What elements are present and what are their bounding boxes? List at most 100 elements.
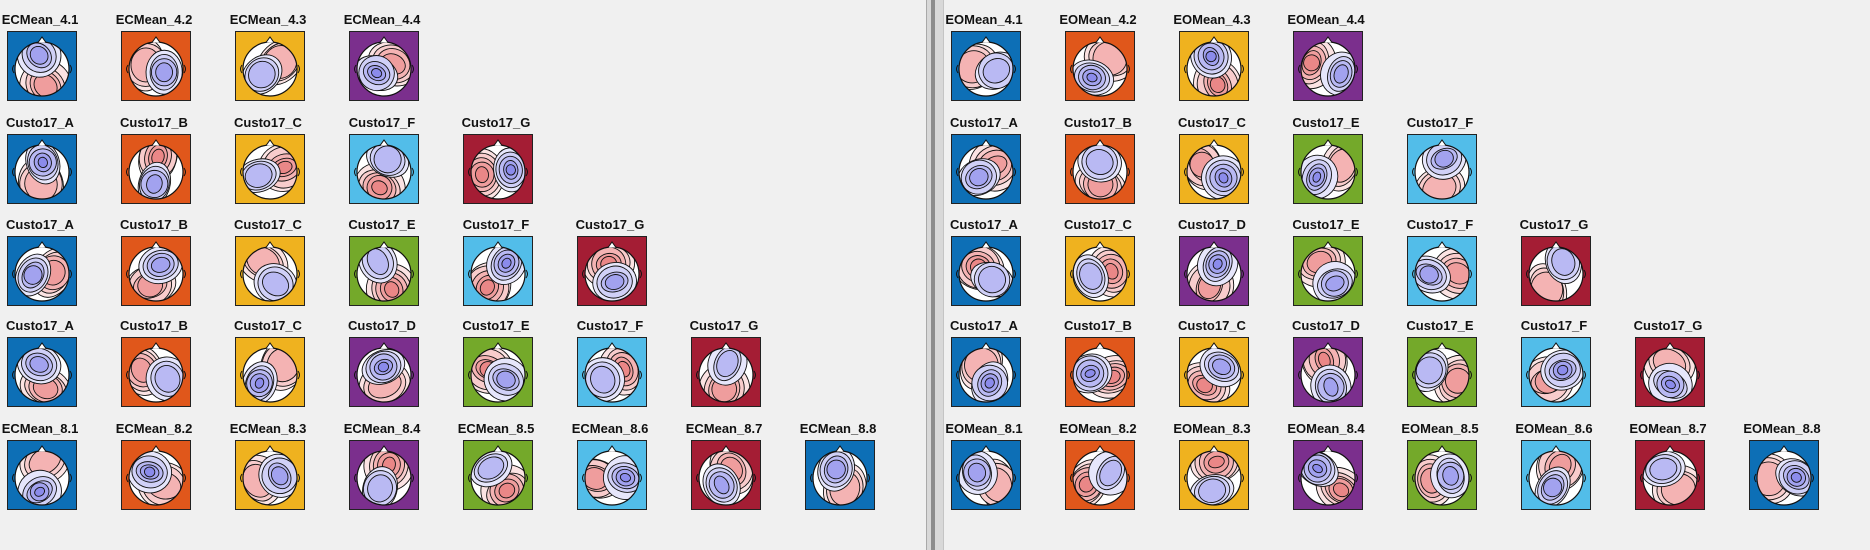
microstate-map[interactable]: ECMean_4.2 [104, 12, 204, 112]
map-title: EOMean_8.8 [1743, 421, 1821, 436]
microstate-map[interactable]: Custo17_D [1276, 318, 1376, 418]
microstate-map[interactable]: Custo17_E [1390, 318, 1490, 418]
topography-plot [1298, 241, 1358, 302]
microstate-map[interactable]: Custo17_G [1504, 217, 1604, 317]
topography-plot [696, 342, 756, 403]
map-row: Custo17_A Custo17_B Custo17_C Custo17_E Cust… [0, 217, 926, 317]
map-color-frame [577, 236, 647, 306]
microstate-map[interactable]: Custo17_B [1048, 318, 1148, 418]
microstate-map[interactable]: Custo17_B [104, 318, 204, 418]
map-color-frame [951, 440, 1021, 510]
microstate-map[interactable]: EOMean_4.4 [1276, 12, 1376, 112]
topography-plot [354, 139, 414, 200]
map-title: Custo17_D [1292, 318, 1360, 333]
microstate-map[interactable]: Custo17_F [332, 115, 432, 215]
topography-plot [12, 36, 72, 97]
microstate-map[interactable]: Custo17_F [446, 217, 546, 317]
microstate-map[interactable]: EOMean_8.5 [1390, 421, 1490, 521]
map-title: Custo17_A [950, 318, 1018, 333]
microstate-map[interactable]: Custo17_C [218, 217, 318, 317]
microstate-map[interactable]: Custo17_A [0, 318, 90, 418]
microstate-map[interactable]: Custo17_A [934, 115, 1034, 215]
microstate-map[interactable]: Custo17_G [1618, 318, 1718, 418]
microstate-map[interactable]: ECMean_8.8 [788, 421, 888, 521]
microstate-map[interactable]: Custo17_G [674, 318, 774, 418]
microstate-map[interactable]: ECMean_4.4 [332, 12, 432, 112]
microstate-map[interactable]: ECMean_8.4 [332, 421, 432, 521]
microstate-map[interactable]: Custo17_C [218, 318, 318, 418]
topography-plot [354, 445, 414, 506]
map-title: Custo17_F [576, 318, 644, 333]
microstate-map[interactable]: EOMean_8.7 [1618, 421, 1718, 521]
map-title: Custo17_F [1520, 318, 1588, 333]
map-color-frame [7, 134, 77, 204]
microstate-map[interactable]: EOMean_8.2 [1048, 421, 1148, 521]
topography-plot [1412, 342, 1472, 403]
microstate-map[interactable]: Custo17_F [560, 318, 660, 418]
microstate-map[interactable]: EOMean_8.8 [1732, 421, 1832, 521]
microstate-map[interactable]: Custo17_A [0, 217, 90, 317]
microstate-map[interactable]: EOMean_8.3 [1162, 421, 1262, 521]
topography-plot [354, 36, 414, 97]
microstate-map[interactable]: ECMean_4.3 [218, 12, 318, 112]
microstate-map[interactable]: Custo17_B [104, 115, 204, 215]
map-color-frame [235, 31, 305, 101]
microstate-map[interactable]: Custo17_E [446, 318, 546, 418]
microstate-map[interactable]: Custo17_D [1162, 217, 1262, 317]
map-color-frame [7, 236, 77, 306]
microstate-map[interactable]: Custo17_G [560, 217, 660, 317]
map-color-frame [235, 236, 305, 306]
microstate-map[interactable]: Custo17_A [934, 217, 1034, 317]
topography-plot [468, 342, 528, 403]
map-color-frame [121, 134, 191, 204]
microstate-map[interactable]: Custo17_C [1048, 217, 1148, 317]
microstate-map[interactable]: ECMean_4.1 [0, 12, 90, 112]
topography-plot [12, 342, 72, 403]
microstate-map[interactable]: ECMean_8.3 [218, 421, 318, 521]
topography-plot [240, 241, 300, 302]
map-color-frame [463, 440, 533, 510]
microstate-map[interactable]: ECMean_8.6 [560, 421, 660, 521]
microstate-map[interactable]: Custo17_E [332, 217, 432, 317]
microstate-map[interactable]: Custo17_B [1048, 115, 1148, 215]
map-title: ECMean_8.1 [1, 421, 79, 436]
map-title: EOMean_8.2 [1059, 421, 1137, 436]
microstate-map[interactable]: EOMean_4.2 [1048, 12, 1148, 112]
topography-plot [1298, 36, 1358, 97]
microstate-map[interactable]: Custo17_G [446, 115, 546, 215]
microstate-map[interactable]: Custo17_C [1162, 115, 1262, 215]
map-color-frame [349, 236, 419, 306]
map-title: Custo17_A [950, 217, 1018, 232]
microstate-map[interactable]: Custo17_A [934, 318, 1034, 418]
map-color-frame [691, 337, 761, 407]
microstate-map[interactable]: Custo17_F [1504, 318, 1604, 418]
microstate-map[interactable]: Custo17_D [332, 318, 432, 418]
microstate-map[interactable]: Custo17_F [1390, 217, 1490, 317]
microstate-map[interactable]: ECMean_8.2 [104, 421, 204, 521]
microstate-map[interactable]: Custo17_E [1276, 217, 1376, 317]
microstate-map[interactable]: EOMean_4.1 [934, 12, 1034, 112]
microstate-map[interactable]: Custo17_C [1162, 318, 1262, 418]
topography-plot [240, 445, 300, 506]
microstate-map[interactable]: Custo17_B [104, 217, 204, 317]
microstate-map[interactable]: Custo17_F [1390, 115, 1490, 215]
microstate-map[interactable]: Custo17_C [218, 115, 318, 215]
microstate-map[interactable]: EOMean_8.4 [1276, 421, 1376, 521]
map-color-frame [1179, 134, 1249, 204]
microstate-map[interactable]: ECMean_8.1 [0, 421, 90, 521]
microstate-map[interactable]: ECMean_8.5 [446, 421, 546, 521]
map-color-frame [1293, 337, 1363, 407]
topography-plot [1184, 36, 1244, 97]
microstate-map[interactable]: Custo17_E [1276, 115, 1376, 215]
map-title: Custo17_B [120, 115, 188, 130]
microstate-map[interactable]: ECMean_8.7 [674, 421, 774, 521]
microstate-map[interactable]: Custo17_A [0, 115, 90, 215]
map-row: ECMean_8.1 ECMean_8.2 ECMean_8.3 ECMean_8.4… [0, 421, 926, 521]
map-color-frame [951, 337, 1021, 407]
topography-plot [956, 342, 1016, 403]
microstate-map[interactable]: EOMean_4.3 [1162, 12, 1262, 112]
map-color-frame [1293, 440, 1363, 510]
microstate-map[interactable]: EOMean_8.6 [1504, 421, 1604, 521]
topography-plot [126, 342, 186, 403]
microstate-map[interactable]: EOMean_8.1 [934, 421, 1034, 521]
